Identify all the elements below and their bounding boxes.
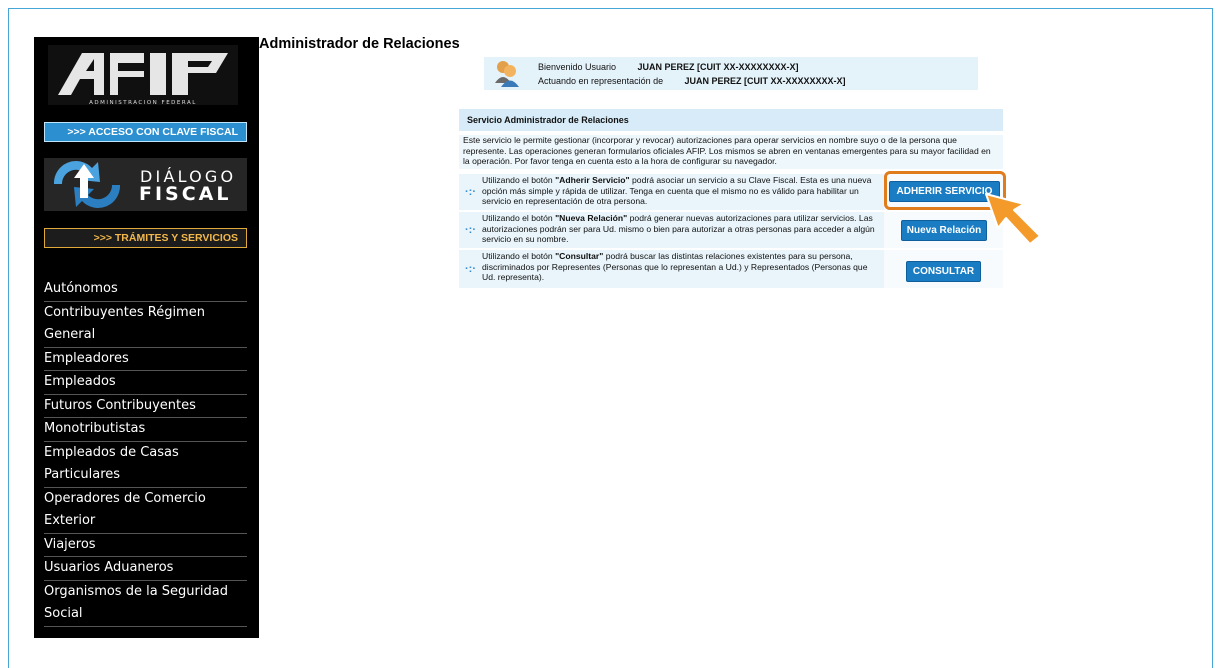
sidebar-item-organismos-seguridad-social-cont[interactable]: Social [44, 603, 247, 627]
sidebar-item-autonomos[interactable]: Autónomos [44, 278, 247, 302]
users-icon [495, 61, 519, 87]
acceso-clave-fiscal-button[interactable]: >>> ACCESO CON CLAVE FISCAL [44, 122, 247, 142]
service-description: Utilizando el botón "Adherir Servicio" p… [482, 175, 882, 207]
user-name: JUAN PEREZ [CUIT XX-XXXXXXXX-X] [637, 62, 799, 72]
crosshair-dot-icon: ·:· [465, 263, 476, 275]
sidebar: ADMINISTRACION FEDERAL >>> ACCESO CON CL… [34, 37, 259, 638]
tramites-servicios-button[interactable]: >>> TRÁMITES Y SERVICIOS [44, 228, 247, 248]
fiscal-text: FISCAL [139, 183, 232, 205]
panel-title: Servicio Administrador de Relaciones [459, 109, 1003, 131]
nueva-relacion-button[interactable]: Nueva Relación [901, 220, 987, 241]
arrow-cursor-icon [985, 193, 1041, 245]
service-text-pre: Utilizando el botón [482, 213, 556, 223]
sidebar-nav: Autónomos Contribuyentes Régimen General… [44, 278, 247, 627]
logo-subtitle: ADMINISTRACION FEDERAL [89, 100, 197, 106]
page-title: Administrador de Relaciones [259, 36, 460, 52]
dialogo-fiscal-banner[interactable]: DIÁLOGO FISCAL [44, 158, 247, 211]
sidebar-item-monotributistas[interactable]: Monotributistas [44, 418, 247, 442]
sidebar-item-contribuyentes-regimen-general[interactable]: Contribuyentes Régimen [44, 302, 247, 325]
representation-label: Actuando en representación de [538, 76, 664, 86]
sidebar-item-contribuyentes-regimen-general-cont[interactable]: General [44, 324, 247, 348]
sidebar-item-viajeros[interactable]: Viajeros [44, 534, 247, 557]
service-description: Utilizando el botón "Consultar" podrá bu… [482, 251, 882, 283]
sidebar-item-empleadores[interactable]: Empleadores [44, 348, 247, 371]
afip-logo-icon [58, 53, 228, 95]
sidebar-item-futuros-contribuyentes[interactable]: Futuros Contribuyentes [44, 395, 247, 418]
service-text-pre: Utilizando el botón [482, 175, 556, 185]
sidebar-item-empleados-casas-particulares[interactable]: Empleados de Casas [44, 442, 247, 465]
crosshair-dot-icon: ·:· [465, 224, 476, 236]
represented-name: JUAN PEREZ [CUIT XX-XXXXXXXX-X] [684, 76, 846, 86]
sidebar-item-organismos-seguridad-social[interactable]: Organismos de la Seguridad [44, 581, 247, 604]
service-description: Utilizando el botón "Nueva Relación" pod… [482, 213, 882, 245]
representation-row: Actuando en representación de JUAN PEREZ… [538, 76, 846, 86]
afip-logo[interactable]: ADMINISTRACION FEDERAL [48, 45, 238, 106]
welcome-label: Bienvenido Usuario [538, 62, 617, 72]
service-text-bold: "Adherir Servicio" [555, 175, 630, 185]
service-text-bold: "Consultar" [555, 251, 604, 261]
sidebar-item-usuarios-aduaneros[interactable]: Usuarios Aduaneros [44, 557, 247, 581]
welcome-bar: Bienvenido Usuario JUAN PEREZ [CUIT XX-X… [484, 57, 978, 90]
service-text-pre: Utilizando el botón [482, 251, 556, 261]
crosshair-dot-icon: ·:· [465, 186, 476, 198]
sidebar-item-operadores-comercio-exterior[interactable]: Operadores de Comercio [44, 488, 247, 511]
sidebar-item-empleados[interactable]: Empleados [44, 371, 247, 395]
consultar-button[interactable]: CONSULTAR [906, 261, 981, 282]
panel-intro: Este servicio le permite gestionar (inco… [459, 135, 1003, 169]
service-text-bold: "Nueva Relación" [555, 213, 628, 223]
sidebar-item-empleados-casas-particulares-cont[interactable]: Particulares [44, 464, 247, 488]
sidebar-item-operadores-comercio-exterior-cont[interactable]: Exterior [44, 510, 247, 534]
welcome-row: Bienvenido Usuario JUAN PEREZ [CUIT XX-X… [538, 62, 799, 72]
